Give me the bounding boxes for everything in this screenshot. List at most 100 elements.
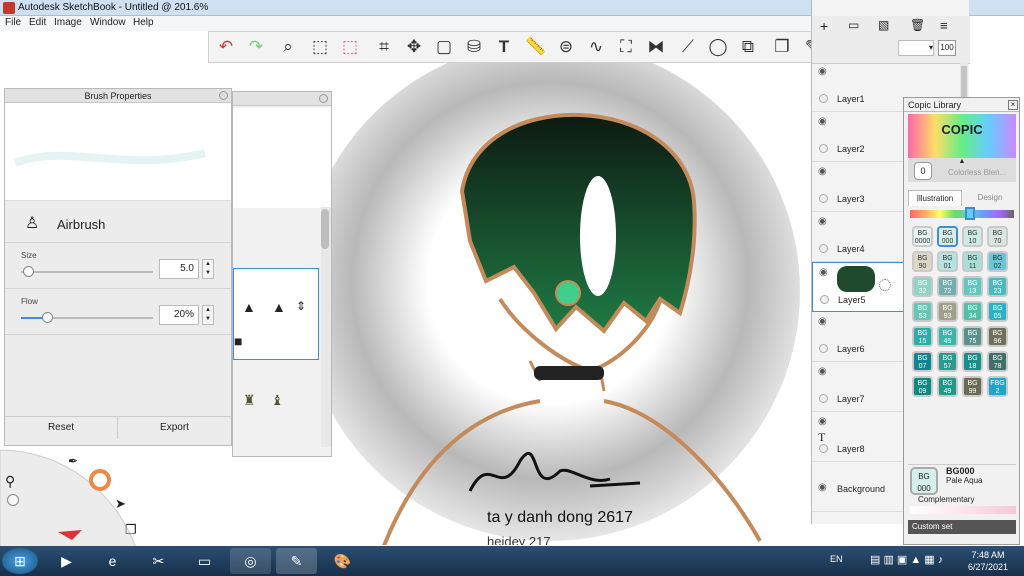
brush-library-scrollbar[interactable] bbox=[321, 207, 331, 447]
copic-swatch[interactable]: BG 75 bbox=[962, 326, 983, 347]
copic-swatch[interactable]: BG 90 bbox=[912, 251, 933, 272]
copic-swatch[interactable]: BG 15 bbox=[912, 326, 933, 347]
clock[interactable]: 7:48 AM 6/27/2021 bbox=[960, 549, 1016, 573]
opacity-field[interactable]: 100 bbox=[938, 40, 956, 56]
ink-icon[interactable]: ✒ bbox=[68, 454, 78, 468]
copic-swatch[interactable]: BG 78 bbox=[987, 351, 1008, 372]
copic-swatch[interactable]: BG 000 bbox=[937, 226, 958, 247]
undo-icon[interactable]: ↶ bbox=[213, 35, 239, 59]
paint-icon[interactable]: 🎨 bbox=[322, 548, 363, 574]
menu-image[interactable]: Image bbox=[54, 17, 82, 28]
folder-icon[interactable]: ▭ bbox=[184, 548, 225, 574]
colorless-swatch[interactable]: 0 bbox=[914, 162, 932, 180]
menu-window[interactable]: Window bbox=[90, 17, 126, 28]
ink-brush-icon[interactable]: ♜ bbox=[243, 392, 256, 409]
eye-icon[interactable]: ◉ bbox=[818, 416, 827, 427]
stroke-icon[interactable]: ⟋ bbox=[675, 35, 701, 59]
copic-swatch[interactable]: BG 07 bbox=[912, 351, 933, 372]
copic-swatch[interactable]: BG 53 bbox=[912, 301, 933, 322]
expand-icon[interactable]: ⇕ bbox=[296, 299, 306, 313]
eye-icon[interactable]: ◉ bbox=[818, 166, 827, 177]
layer-select-radio[interactable] bbox=[820, 295, 829, 304]
size-stepper[interactable]: ▲ ▼ bbox=[202, 259, 214, 279]
copic-swatch[interactable]: BG 18 bbox=[962, 351, 983, 372]
copic-swatch[interactable]: BG 49 bbox=[937, 376, 958, 397]
eye-icon[interactable]: ◉ bbox=[819, 267, 828, 278]
start-button[interactable]: ⊞ bbox=[2, 548, 38, 574]
zoom-icon[interactable]: ⌕ bbox=[275, 35, 301, 59]
eye-icon[interactable]: ◉ bbox=[818, 366, 827, 377]
crop-icon[interactable]: ⌗ bbox=[371, 35, 397, 59]
pin-icon[interactable]: ⚲ bbox=[5, 473, 15, 490]
reset-button[interactable]: Reset bbox=[5, 417, 118, 439]
language-indicator[interactable]: EN bbox=[830, 554, 843, 564]
copic-swatch[interactable]: BG 99 bbox=[962, 376, 983, 397]
copic-swatch[interactable]: BG 96 bbox=[987, 326, 1008, 347]
ellipse-guide-icon[interactable]: ⊜ bbox=[553, 35, 579, 59]
curve-icon[interactable]: ∿ bbox=[583, 35, 609, 59]
menu-icon[interactable]: ≡ bbox=[940, 18, 948, 33]
close-icon[interactable] bbox=[219, 91, 228, 100]
tray-icon[interactable]: ▤ ▥ ▣ ▲ ▦ ♪ bbox=[870, 553, 943, 566]
trash-icon[interactable]: 🗑 bbox=[910, 18, 925, 32]
folder-icon[interactable]: ▭ bbox=[848, 18, 859, 32]
add-layer-icon[interactable]: + bbox=[820, 18, 828, 34]
copic-swatch[interactable]: BG 10 bbox=[962, 226, 983, 247]
copic-swatch[interactable]: BG 09 bbox=[912, 376, 933, 397]
copic-swatch[interactable]: BG 32 bbox=[912, 276, 933, 297]
close-icon[interactable] bbox=[319, 94, 328, 103]
symmetry-icon[interactable]: ⧓ bbox=[643, 35, 669, 59]
complementary-bar[interactable] bbox=[910, 506, 1016, 514]
layer-select-radio[interactable] bbox=[819, 244, 828, 253]
scroll-thumb[interactable] bbox=[321, 209, 329, 249]
paint-brush-icon[interactable]: ♝ bbox=[271, 392, 284, 409]
sketchbook-icon[interactable]: ✎ bbox=[276, 548, 317, 574]
brush-set-selected[interactable]: ▲ ▲ ⇕ ■ bbox=[233, 268, 319, 360]
size-slider-knob[interactable] bbox=[22, 266, 34, 277]
redo-icon[interactable]: ↷ bbox=[243, 35, 269, 59]
copic-swatch[interactable]: BG 0000 bbox=[912, 226, 933, 247]
layer-copy-icon[interactable]: ❐ bbox=[125, 522, 137, 538]
ruler-icon[interactable]: 📏 bbox=[523, 35, 549, 59]
copic-swatch[interactable]: BG 01 bbox=[937, 251, 958, 272]
copic-swatch[interactable]: BG 57 bbox=[937, 351, 958, 372]
layer-select-radio[interactable] bbox=[819, 394, 828, 403]
copic-swatch[interactable]: BG 23 bbox=[987, 276, 1008, 297]
layer-select-radio[interactable] bbox=[819, 144, 828, 153]
flow-slider-knob[interactable] bbox=[42, 312, 54, 323]
size-slider-track[interactable] bbox=[21, 271, 153, 273]
eye-icon[interactable]: ◉ bbox=[818, 482, 827, 493]
pen-brush-icon[interactable]: ▲ bbox=[272, 299, 286, 315]
marker-brush-icon[interactable]: ■ bbox=[234, 333, 242, 349]
text-icon[interactable]: T bbox=[491, 35, 517, 59]
layer-select-radio[interactable] bbox=[819, 194, 828, 203]
size-value-field[interactable]: 5.0 bbox=[159, 259, 199, 279]
eye-icon[interactable]: ◉ bbox=[818, 316, 827, 327]
custom-set-label[interactable]: Custom set bbox=[908, 520, 1016, 534]
shapes-icon[interactable]: ⧉ bbox=[735, 35, 761, 59]
close-icon[interactable]: × bbox=[1008, 100, 1018, 110]
copic-swatch[interactable]: BG 72 bbox=[937, 276, 958, 297]
copic-swatch[interactable]: BG 05 bbox=[987, 301, 1008, 322]
layer-select-radio[interactable] bbox=[819, 94, 828, 103]
copy-icon[interactable]: ❐ bbox=[769, 35, 795, 59]
menu-file[interactable]: File bbox=[5, 17, 21, 28]
transform-icon[interactable]: ✥ bbox=[401, 35, 427, 59]
eye-icon[interactable]: ◉ bbox=[818, 216, 827, 227]
browser-icon[interactable]: e bbox=[92, 548, 133, 574]
distort-icon[interactable]: ▢ bbox=[431, 35, 457, 59]
menu-edit[interactable]: Edit bbox=[29, 17, 46, 28]
image-icon[interactable]: ▧ bbox=[878, 18, 889, 32]
copic-swatch[interactable]: BG 70 bbox=[987, 226, 1008, 247]
eye-icon[interactable]: ◉ bbox=[818, 66, 827, 77]
eye-icon[interactable]: ◉ bbox=[818, 116, 827, 127]
hue-selector[interactable] bbox=[965, 207, 975, 220]
lasso-icon[interactable]: ⬚ bbox=[337, 35, 363, 59]
flow-slider-track[interactable] bbox=[21, 317, 153, 319]
copic-swatch[interactable]: BG 93 bbox=[937, 301, 958, 322]
layer-select-radio[interactable] bbox=[819, 444, 828, 453]
tab-illustration[interactable]: Illustration bbox=[908, 190, 962, 206]
tools-icon[interactable]: ✂ bbox=[138, 548, 179, 574]
copic-swatch[interactable]: BG 13 bbox=[962, 276, 983, 297]
select-icon[interactable]: ⬚ bbox=[307, 35, 333, 59]
